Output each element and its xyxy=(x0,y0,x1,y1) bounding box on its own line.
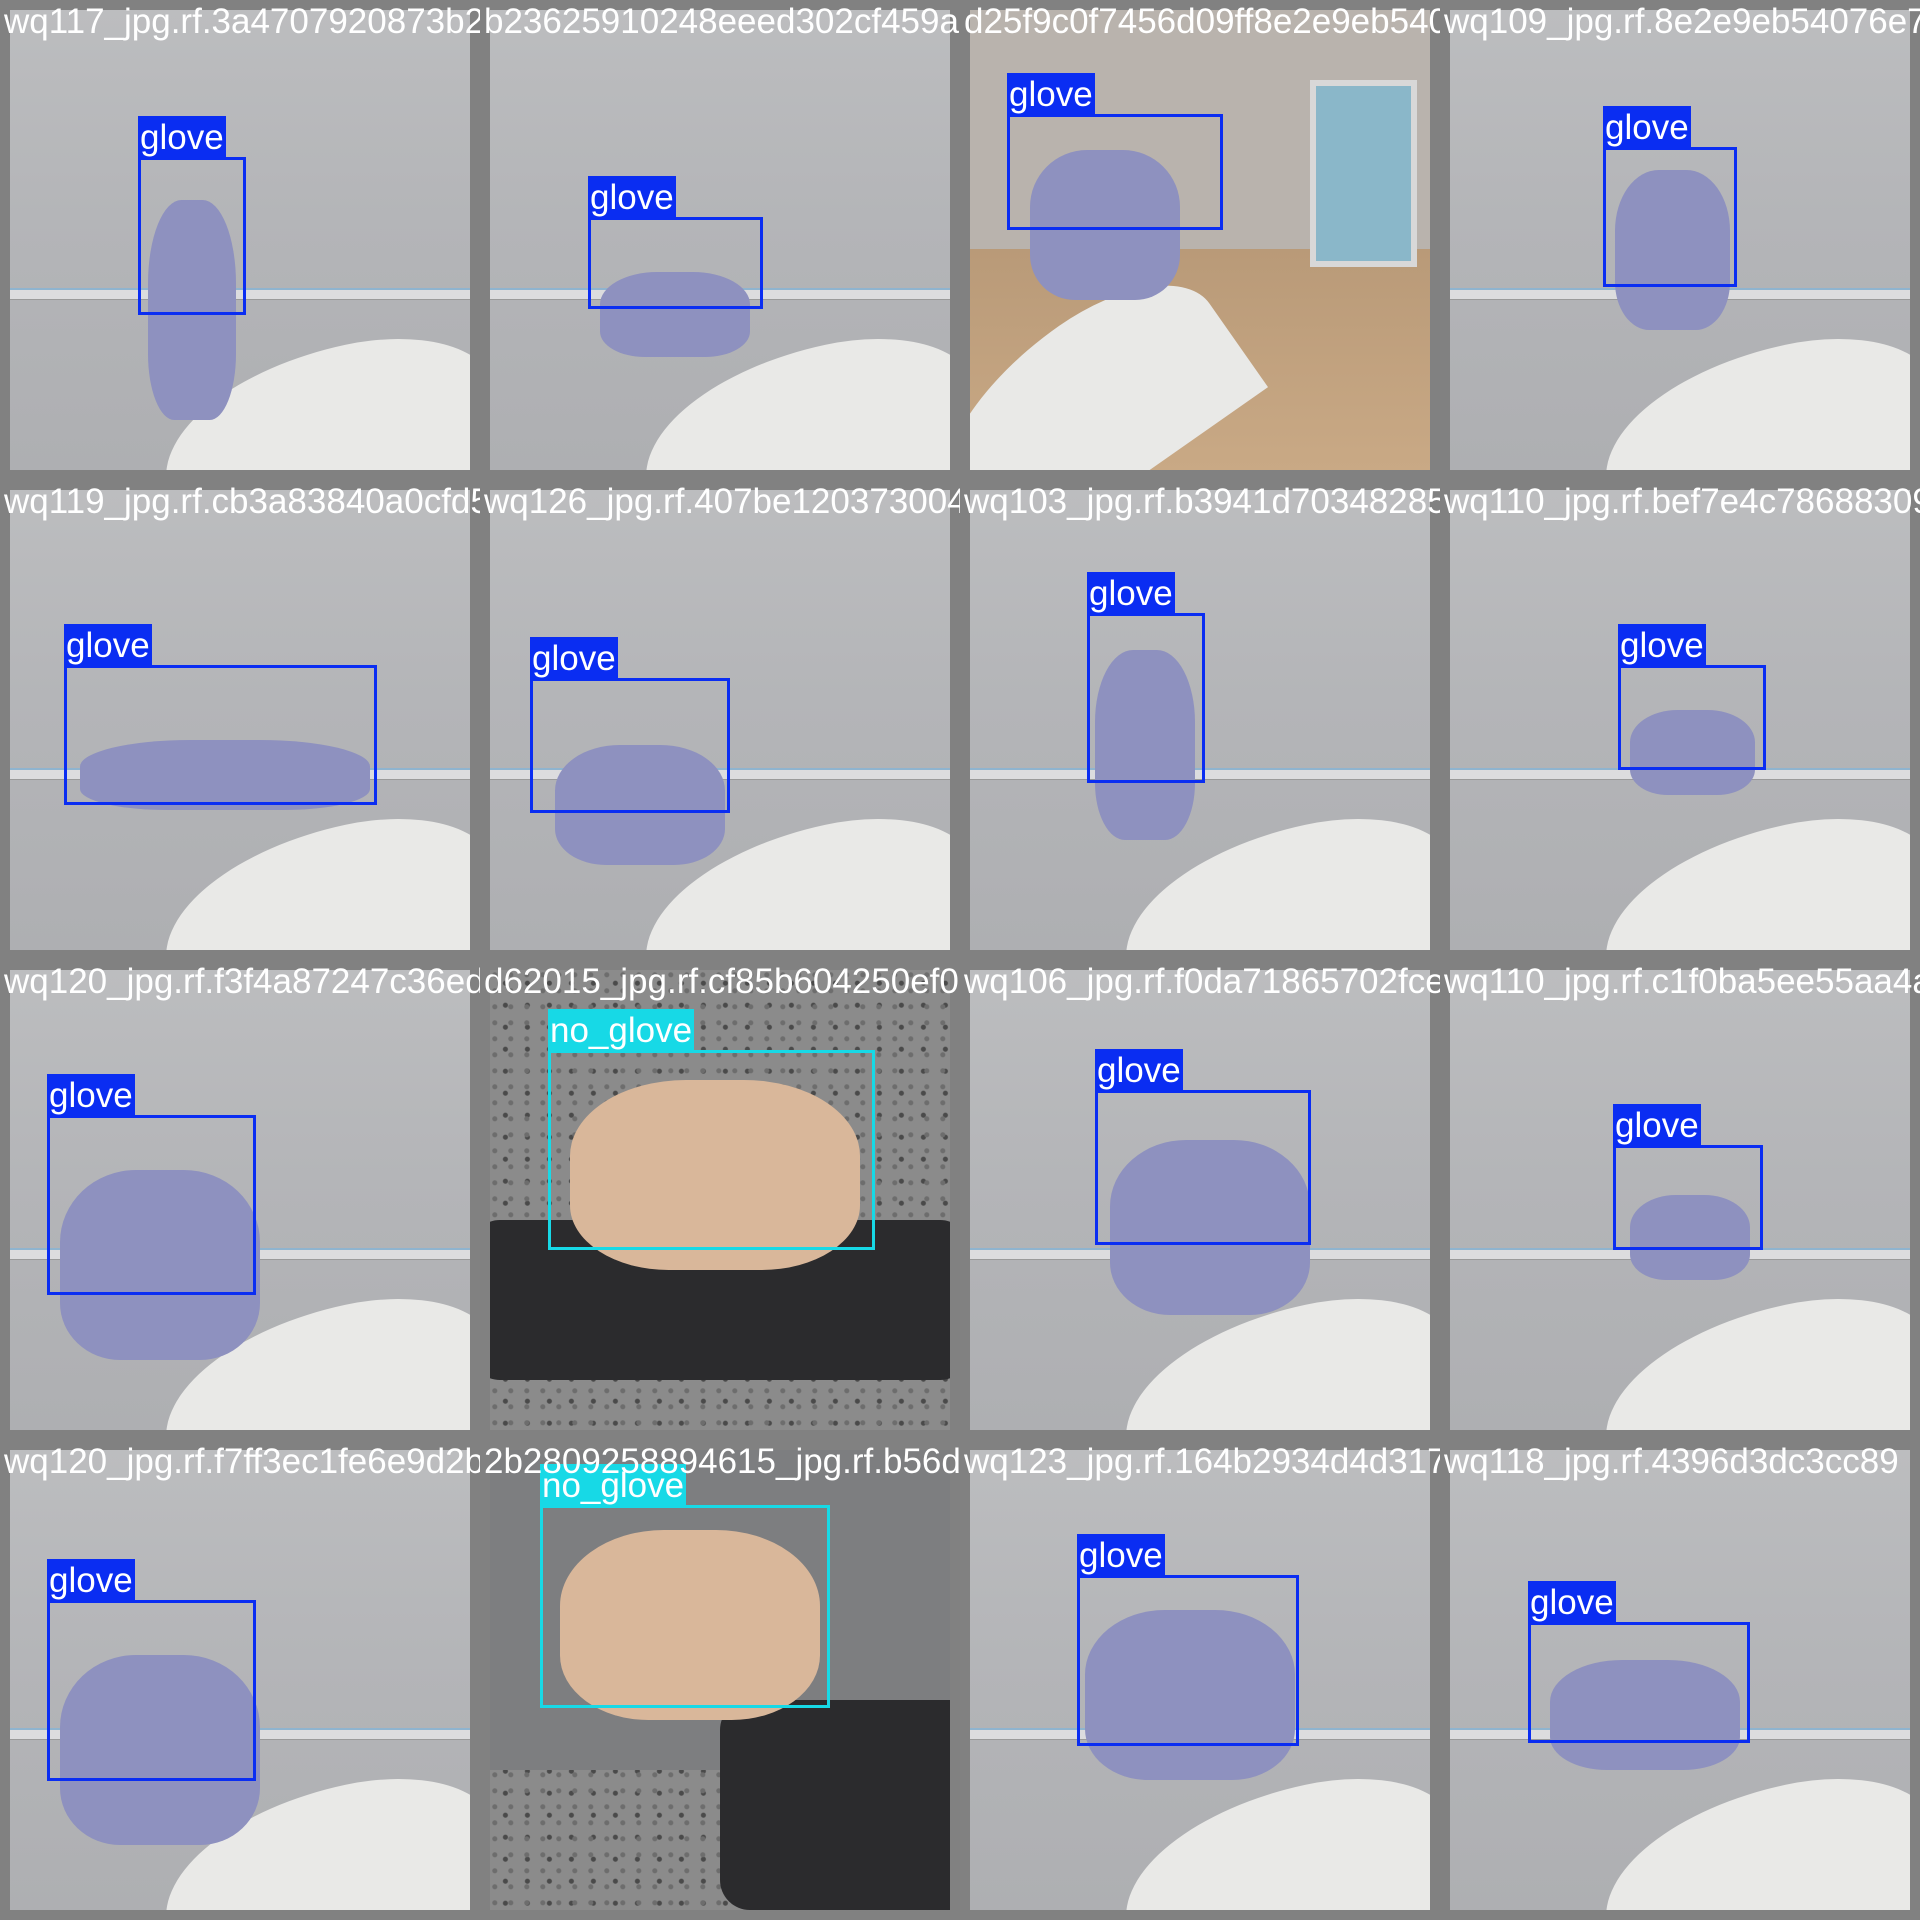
bounding-box-glove[interactable]: glove xyxy=(1087,572,1205,783)
tile-photo: glove xyxy=(970,10,1430,470)
tile-photo: glove xyxy=(10,1450,470,1910)
sleeve xyxy=(1586,1756,1910,1910)
sleeve xyxy=(1586,316,1910,470)
tile-caption: wq119_jpg.rf.cb3a83840a0cfd5426d90bdaf40… xyxy=(4,482,480,521)
grid-tile[interactable]: glove wq110_jpg.rf.c1f0ba5ee55aa4a8 xyxy=(1440,960,1920,1440)
bounding-box-glove[interactable]: glove xyxy=(1095,1049,1311,1245)
box-label: glove xyxy=(1618,624,1706,668)
tile-photo: glove xyxy=(970,970,1430,1430)
pants xyxy=(720,1700,950,1910)
grid-tile[interactable]: no_glove d62015_jpg.rf.cf85b604250ef0da71… xyxy=(480,960,960,1440)
sleeve xyxy=(146,796,470,950)
bounding-box-glove[interactable]: glove xyxy=(1613,1104,1763,1250)
tile-photo: glove xyxy=(970,490,1430,950)
box-label: glove xyxy=(138,116,226,160)
tile-photo: glove xyxy=(490,490,950,950)
box-label: no_glove xyxy=(548,1009,695,1053)
tile-photo: glove xyxy=(1450,1450,1910,1910)
grid-tile[interactable]: glove wq118_jpg.rf.4396d3dc3cc89 xyxy=(1440,1440,1920,1920)
tile-caption: wq117_jpg.rf.3a4707920873b23625910248eee… xyxy=(4,2,480,41)
bounding-box-glove[interactable]: glove xyxy=(1618,624,1766,770)
tile-photo: glove xyxy=(1450,970,1910,1430)
grid-tile[interactable]: glove wq119_jpg.rf.cb3a83840a0cfd5426d90b… xyxy=(0,480,480,960)
box-label: glove xyxy=(1603,106,1691,150)
bounding-box-glove[interactable]: glove xyxy=(588,176,763,309)
box-label: glove xyxy=(1095,1049,1183,1093)
grid-tile[interactable]: glove wq120_jpg.rf.f3f4a87247c36ed6250d5g… xyxy=(0,960,480,1440)
tile-photo: glove xyxy=(490,10,950,470)
bounding-box-glove[interactable]: glove xyxy=(1603,106,1737,287)
tile-caption: wq118_jpg.rf.4396d3dc3cc89 xyxy=(1444,1442,1899,1481)
tile-caption: 2b2809258894615_jpg.rf.b56d0256fcbd164 xyxy=(484,1442,960,1481)
box-label: glove xyxy=(47,1559,135,1603)
box-label: glove xyxy=(1087,572,1175,616)
tile-caption: wq126_jpg.rf.407be12037300402814fb3941d7… xyxy=(484,482,960,521)
bounding-box-glove[interactable]: glove xyxy=(64,624,377,805)
tile-caption: wq120_jpg.rf.f7ff3ec1fe6e9d2b28092588946… xyxy=(4,1442,480,1481)
tile-caption: wq123_jpg.rf.164b2934d4d31774418 xyxy=(964,1442,1440,1481)
grid-tile[interactable]: glove wq106_jpg.rf.f0da71865702fce9110eac… xyxy=(960,960,1440,1440)
tile-caption: b23625910248eeed302cf459a0d70ee5c79866d2… xyxy=(484,2,960,41)
tile-photo: glove xyxy=(1450,10,1910,470)
bounding-box-glove[interactable]: glove xyxy=(47,1559,256,1781)
bounding-box-no-glove[interactable]: no_glove xyxy=(540,1464,830,1708)
tile-photo: glove xyxy=(970,1450,1430,1910)
grid-tile[interactable]: glove d25f9c0f7456d09ff8e2e9eb54076e7d xyxy=(960,0,1440,480)
grid-tile[interactable]: glove wq120_jpg.rf.f7ff3ec1fe6e9d2b280925… xyxy=(0,1440,480,1920)
tile-caption: wq110_jpg.rf.bef7e4c786883098 xyxy=(1444,482,1920,521)
grid-tile[interactable]: glove wq126_jpg.rf.407be12037300402814fb3… xyxy=(480,480,960,960)
bounding-box-no-glove[interactable]: no_glove xyxy=(548,1009,875,1250)
box-label: glove xyxy=(1613,1104,1701,1148)
tile-caption: wq103_jpg.rf.b3941d70348285c110abdbef7e4… xyxy=(964,482,1440,521)
tile-photo: glove xyxy=(10,490,470,950)
tile-photo: glove xyxy=(10,970,470,1430)
grid-tile[interactable]: no_glove2b2809258894615_jpg.rf.b56d0256f… xyxy=(480,1440,960,1920)
bounding-box-glove[interactable]: glove xyxy=(1007,73,1223,230)
sleeve xyxy=(1586,796,1910,950)
tile-caption: wq110_jpg.rf.c1f0ba5ee55aa4a8 xyxy=(1444,962,1920,1001)
image-grid: glove wq117_jpg.rf.3a4707920873b236259102… xyxy=(0,0,1920,1920)
grid-tile[interactable]: glove wq103_jpg.rf.b3941d70348285c110abdb… xyxy=(960,480,1440,960)
grid-tile[interactable]: glove b23625910248eeed302cf459a0d70ee5c79… xyxy=(480,0,960,480)
tile-caption: d25f9c0f7456d09ff8e2e9eb54076e7d xyxy=(964,2,1440,41)
tile-caption: wq109_jpg.rf.8e2e9eb54076e7de xyxy=(1444,2,1920,41)
grid-tile[interactable]: glove wq117_jpg.rf.3a4707920873b236259102… xyxy=(0,0,480,480)
box-label: glove xyxy=(64,624,152,668)
tile-caption: wq120_jpg.rf.f3f4a87247c36ed6250d5gd6201… xyxy=(4,962,480,1001)
box-label: glove xyxy=(530,637,618,681)
bounding-box-glove[interactable]: glove xyxy=(1528,1581,1750,1743)
box-label: glove xyxy=(47,1074,135,1118)
tile-photo: no_glove xyxy=(490,970,950,1430)
tile-caption: wq106_jpg.rf.f0da71865702fce9110eac1f0ba… xyxy=(964,962,1440,1001)
tile-caption: d62015_jpg.rf.cf85b604250ef0da71865702fc… xyxy=(484,962,960,1001)
box-label: glove xyxy=(1077,1534,1165,1578)
box-label: glove xyxy=(588,176,676,220)
bounding-box-glove[interactable]: glove xyxy=(1077,1534,1299,1746)
box-label: glove xyxy=(1528,1581,1616,1625)
bounding-box-glove[interactable]: glove xyxy=(138,116,246,315)
glass-door xyxy=(1310,80,1417,267)
tile-photo: glove xyxy=(10,10,470,470)
bounding-box-glove[interactable]: glove xyxy=(530,637,730,813)
sleeve xyxy=(1586,1276,1910,1430)
box-label: glove xyxy=(1007,73,1095,117)
grid-tile[interactable]: glove wq110_jpg.rf.bef7e4c786883098 xyxy=(1440,480,1920,960)
bounding-box-glove[interactable]: glove xyxy=(47,1074,256,1295)
grid-tile[interactable]: glove wq123_jpg.rf.164b2934d4d31774418 xyxy=(960,1440,1440,1920)
grid-tile[interactable]: glove wq109_jpg.rf.8e2e9eb54076e7de xyxy=(1440,0,1920,480)
tile-photo: glove xyxy=(1450,490,1910,950)
tile-photo: no_glove xyxy=(490,1450,950,1910)
